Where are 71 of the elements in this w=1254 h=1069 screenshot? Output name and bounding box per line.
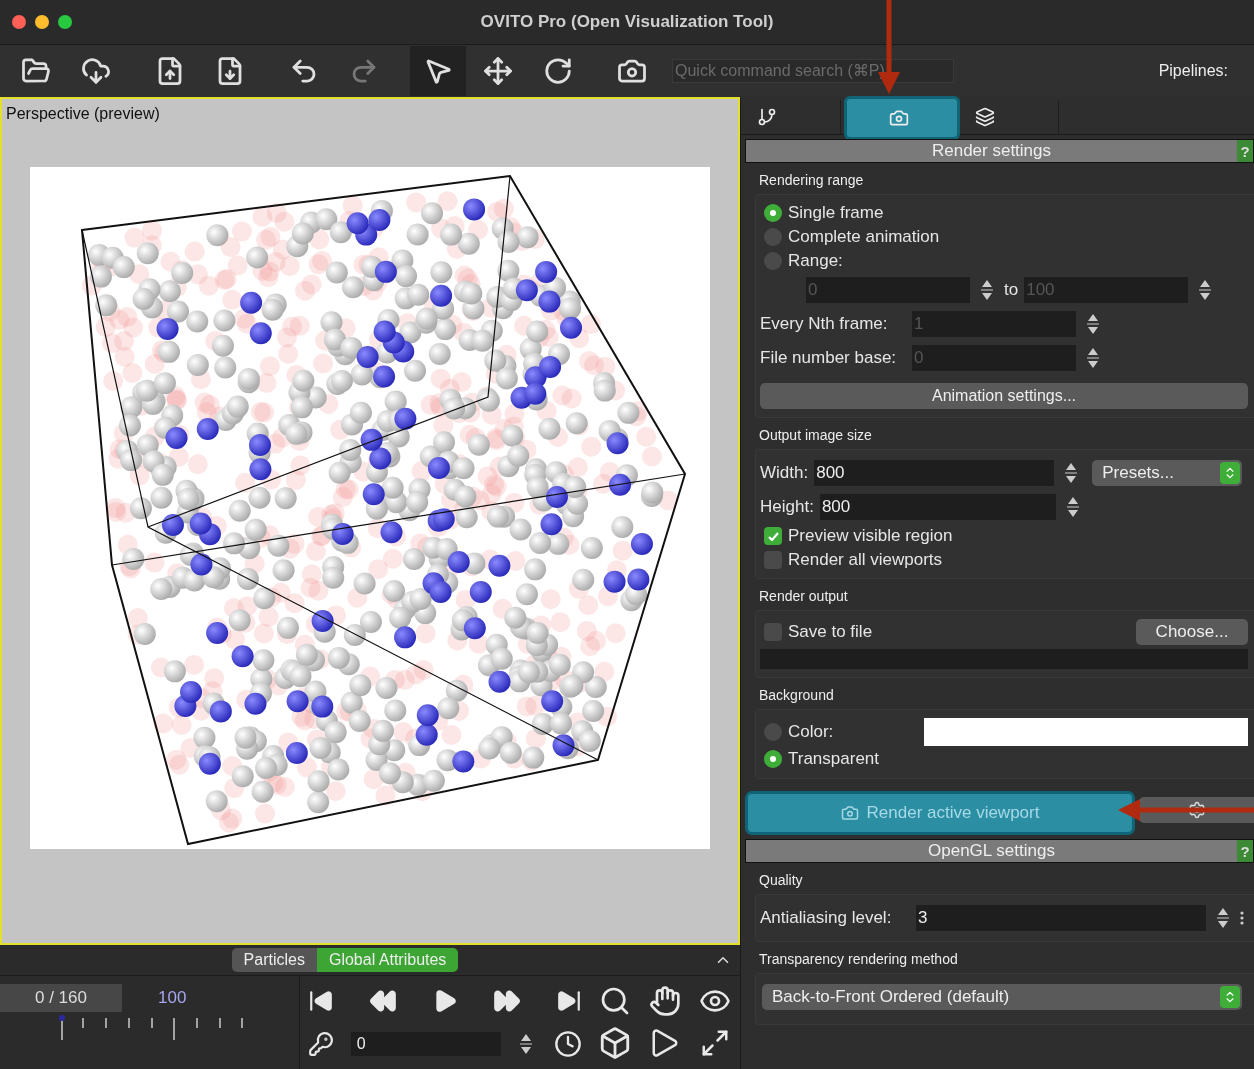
radio-label: Color:	[788, 722, 834, 742]
move-icon	[483, 56, 513, 86]
height-field[interactable]: 800	[819, 494, 1056, 520]
triangle-icon	[650, 1028, 680, 1059]
animation-settings-button[interactable]: Animation settings...	[760, 383, 1248, 409]
field-label: Antialiasing level:	[760, 908, 893, 928]
group-title: Output image size	[758, 426, 873, 445]
radio-label: Single frame	[788, 203, 884, 223]
help-button[interactable]: ?	[1237, 840, 1253, 862]
viewport-title: Perspective (preview)	[5, 104, 161, 123]
frame-counter: 0 / 160	[0, 984, 122, 1012]
group-title: Transparency rendering method	[758, 950, 959, 969]
checkmark-icon	[767, 531, 779, 541]
close-window-icon[interactable]	[12, 15, 26, 29]
more-icon[interactable]	[1240, 911, 1244, 925]
color-swatch[interactable]	[924, 718, 1248, 746]
window-title: OVITO Pro (Open Visualization Tool)	[480, 12, 774, 32]
field-label: Width:	[760, 463, 809, 483]
antialiasing-field[interactable]: 3	[916, 905, 1206, 931]
field-label: Height:	[760, 497, 814, 517]
branch-icon	[757, 107, 777, 127]
layers-icon	[975, 107, 995, 127]
updown-icon	[1220, 462, 1241, 484]
width-field[interactable]: 800	[814, 460, 1055, 486]
checkbox[interactable]	[764, 527, 782, 545]
field-label: Every Nth frame:	[760, 314, 889, 334]
pipelines-label: Pipelines:	[1158, 62, 1228, 80]
cube-icon	[598, 1026, 632, 1061]
checkbox[interactable]	[764, 551, 782, 569]
radio-label: Complete animation	[788, 227, 940, 247]
radio-button[interactable]	[764, 723, 782, 741]
radio-button[interactable]	[764, 204, 782, 222]
radio-label: Range:	[788, 251, 843, 271]
radio-button[interactable]	[764, 252, 782, 270]
pointer-tool-button[interactable]	[410, 46, 466, 96]
camera-icon	[889, 108, 909, 128]
expand-arrows-icon	[700, 1028, 730, 1059]
camera-icon	[840, 804, 859, 822]
presets-dropdown[interactable]: Presets...	[1092, 460, 1243, 486]
help-button[interactable]: ?	[1237, 140, 1253, 162]
checkbox-label: Save to file	[788, 622, 873, 642]
to-label: to	[1004, 280, 1019, 300]
group-title: Rendering range	[758, 171, 865, 190]
rotate-icon	[543, 56, 573, 86]
hand-icon	[649, 984, 681, 1017]
data-tab[interactable]: Particles	[231, 948, 317, 972]
tick-label: 100	[158, 988, 187, 1008]
section-header: OpenGL settings	[746, 840, 1237, 862]
section-header: Render settings	[746, 140, 1237, 162]
key-icon	[308, 1030, 334, 1057]
choose-button[interactable]: Choose...	[1136, 619, 1248, 645]
frame-spinner-field[interactable]: 0	[350, 1031, 501, 1056]
checkbox-label: Render all viewports	[788, 550, 942, 570]
camera-tab[interactable]	[844, 96, 960, 140]
viewport[interactable]: Perspective (preview)	[0, 97, 740, 945]
radio-label: Transparent	[788, 749, 880, 769]
group-title: Render output	[758, 587, 849, 606]
minimize-window-icon[interactable]	[35, 15, 49, 29]
field-label: File number base:	[760, 348, 898, 368]
radio-button[interactable]	[764, 228, 782, 246]
cloud-download-icon	[81, 56, 111, 86]
group-title: Background	[758, 686, 835, 705]
clock-icon	[553, 1029, 582, 1058]
radio-button[interactable]	[764, 750, 782, 768]
group-title: Quality	[758, 871, 804, 890]
checkbox[interactable]	[764, 623, 782, 641]
zoom-window-icon[interactable]	[58, 15, 72, 29]
updown-icon	[1220, 986, 1240, 1008]
transparency-dropdown[interactable]: Back-to-Front Ordered (default)	[762, 984, 1242, 1010]
checkbox-label: Preview visible region	[788, 526, 953, 546]
gear-icon	[1187, 801, 1206, 819]
